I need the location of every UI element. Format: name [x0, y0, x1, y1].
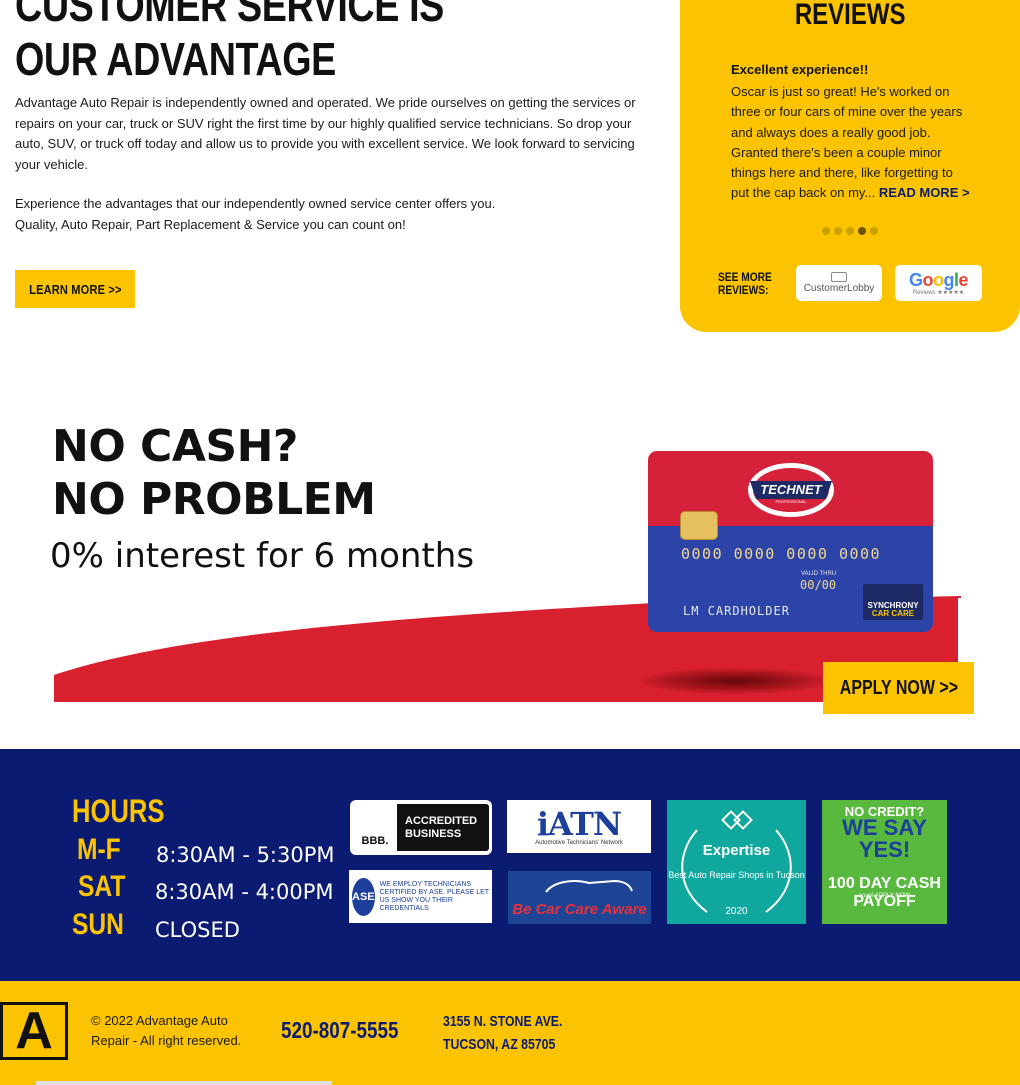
card-chip-icon — [680, 511, 718, 540]
bbb-logo-icon: BBB. — [353, 804, 397, 851]
advantage-logo-icon[interactable]: A — [0, 1002, 68, 1060]
intro-paragraph: Advantage Auto Repair is independently o… — [15, 95, 636, 172]
synchrony-logo: SYNCHRONY CAR CARE — [863, 584, 923, 620]
phone-number: 520-807-5555 — [281, 1017, 399, 1043]
page-title: CUSTOMER SERVICE IS OUR ADVANTAGE — [15, 0, 655, 86]
financing-interest-text: 0% interest for 6 months — [50, 536, 475, 576]
car-care-aware-badge: Be Car Care Aware — [508, 871, 651, 924]
carousel-dot[interactable] — [846, 227, 854, 235]
ase-logo-icon: ASE — [352, 877, 375, 916]
expertise-year: 2020 — [725, 906, 748, 917]
carousel-dot-active[interactable] — [858, 227, 866, 235]
copyright-text: © 2022 Advantage Auto Repair - All right… — [91, 1013, 242, 1048]
logo-letter: A — [15, 1002, 53, 1060]
iatn-sub: Automotive Technicians' Network — [535, 839, 623, 846]
hours-time-sun: CLOSED — [155, 918, 240, 942]
customerlobby-label: CustomerLobby — [803, 283, 875, 294]
phone-link[interactable]: 520-807-5555 — [281, 1017, 424, 1044]
expertise-title: Expertise — [702, 842, 771, 859]
address-line2: TUCSON, AZ 85705 — [443, 1036, 556, 1053]
carousel-dots — [822, 227, 878, 235]
carousel-dot[interactable] — [822, 227, 830, 235]
google-logo: Google — [908, 269, 969, 290]
nocredit-line4: snap! APPLY NOW — [858, 893, 911, 899]
cardholder-name: LM CARDHOLDER — [683, 604, 790, 618]
hours-day-sun: SUN — [72, 908, 135, 942]
financing-headline-line2: NO PROBLEM — [52, 474, 376, 525]
car-outline-icon — [545, 879, 633, 893]
apply-now-button[interactable]: APPLY NOW >> — [823, 662, 974, 714]
page-title-line1: CUSTOMER SERVICE IS — [15, 0, 444, 31]
hours-title: HOURS — [72, 793, 188, 830]
hours-title-text: HOURS — [72, 793, 165, 829]
reviews-card: REVIEWS Excellent experience!! Oscar is … — [680, 0, 1020, 332]
hours-time-mf: 8:30AM - 5:30PM — [156, 843, 335, 867]
hours-day-sat: SAT — [78, 870, 136, 904]
google-reviews-sub: Reviews ★★★★★ — [912, 289, 965, 296]
expertise-award-badge: Expertise Best Auto Repair Shops in Tucs… — [667, 800, 806, 924]
day-label: M-F — [77, 833, 121, 866]
carousel-dot[interactable] — [834, 227, 842, 235]
iatn-logo: iATN — [536, 804, 622, 843]
hours-day-mf: M-F — [77, 833, 130, 867]
day-label: SUN — [72, 908, 124, 941]
card-expiry: 00/00 — [800, 578, 837, 592]
address-line1: 3155 N. STONE AVE. — [443, 1013, 563, 1030]
apply-now-label: APPLY NOW >> — [839, 676, 958, 699]
no-credit-badge: NO CREDIT? WE SAY YES! 100 DAY CASH PAYO… — [822, 800, 947, 924]
customerlobby-icon — [831, 272, 847, 282]
see-more-reviews-label: SEE MORE REVIEWS: — [718, 271, 781, 297]
learn-more-label: LEARN MORE >> — [28, 281, 122, 297]
page-title-line2: OUR ADVANTAGE — [15, 33, 336, 85]
address-link[interactable]: 3155 N. STONE AVE. TUCSON, AZ 85705 — [443, 1010, 589, 1056]
technet-sub: PROFESSIONAL — [775, 499, 807, 504]
review-heading: Excellent experience!! — [731, 62, 869, 77]
learn-more-button[interactable]: LEARN MORE >> — [15, 270, 135, 308]
footer: A © 2022 Advantage Auto Repair - All rig… — [0, 981, 1020, 1085]
ase-certified-badge: ASE WE EMPLOY TECHNICIANS CERTIFIED BY A… — [349, 870, 492, 923]
advantages-line1: Experience the advantages that our indep… — [15, 196, 496, 211]
bbb-line2: BUSINESS — [405, 827, 462, 840]
hours-time-sat: 8:30AM - 4:00PM — [155, 880, 334, 904]
reviews-title-text: REVIEWS — [794, 0, 906, 31]
review-text: Oscar is just so great! He's worked on t… — [731, 84, 963, 201]
credit-card-image: TECHNET PROFESSIONAL 0000 0000 0000 0000… — [648, 451, 933, 632]
car-care-aware-text: Be Car Care Aware — [512, 901, 647, 918]
technet-logo: TECHNET PROFESSIONAL — [748, 463, 834, 517]
footer-strip — [36, 1081, 332, 1085]
synchrony-line2: CAR CARE — [871, 609, 915, 618]
read-more-link[interactable]: READ MORE > — [879, 185, 970, 200]
ase-badge-text: WE EMPLOY TECHNICIANS CERTIFIED BY ASE. … — [379, 880, 489, 912]
customerlobby-reviews-button[interactable]: CustomerLobby — [796, 265, 882, 301]
see-more-line2: REVIEWS: — [718, 283, 769, 297]
bbb-line1: ACCREDITED — [405, 814, 478, 827]
carousel-dot[interactable] — [870, 227, 878, 235]
google-reviews-button[interactable]: Google Reviews ★★★★★ — [895, 265, 982, 301]
financing-headline-line1: NO CASH? — [52, 421, 298, 472]
iatn-badge: iATN Automotive Technicians' Network — [507, 800, 651, 853]
technet-brand: TECHNET — [760, 482, 822, 497]
nocredit-line2: WE SAY YES! — [842, 815, 927, 862]
day-label: SAT — [78, 870, 126, 903]
advantages-paragraph: Experience the advantages that our indep… — [15, 194, 655, 235]
bbb-badge-text: ACCREDITED BUSINESS — [397, 815, 477, 841]
review-body: Oscar is just so great! He's worked on t… — [731, 82, 971, 204]
bbb-badge-body: BBB. ACCREDITED BUSINESS — [353, 804, 489, 851]
bbb-accredited-badge: BBB. ACCREDITED BUSINESS — [350, 800, 492, 855]
reviews-title: REVIEWS — [680, 0, 1020, 32]
card-number: 0000 0000 0000 0000 — [681, 545, 882, 563]
card-shadow — [640, 668, 830, 694]
valid-thru-label: VALID THRU — [801, 571, 837, 577]
hours-section: HOURS M-F 8:30AM - 5:30PM SAT 8:30AM - 4… — [0, 749, 1020, 981]
advantages-line2: Quality, Auto Repair, Part Replacement &… — [15, 216, 406, 232]
expertise-text: Best Auto Repair Shops in Tucson — [668, 870, 805, 880]
